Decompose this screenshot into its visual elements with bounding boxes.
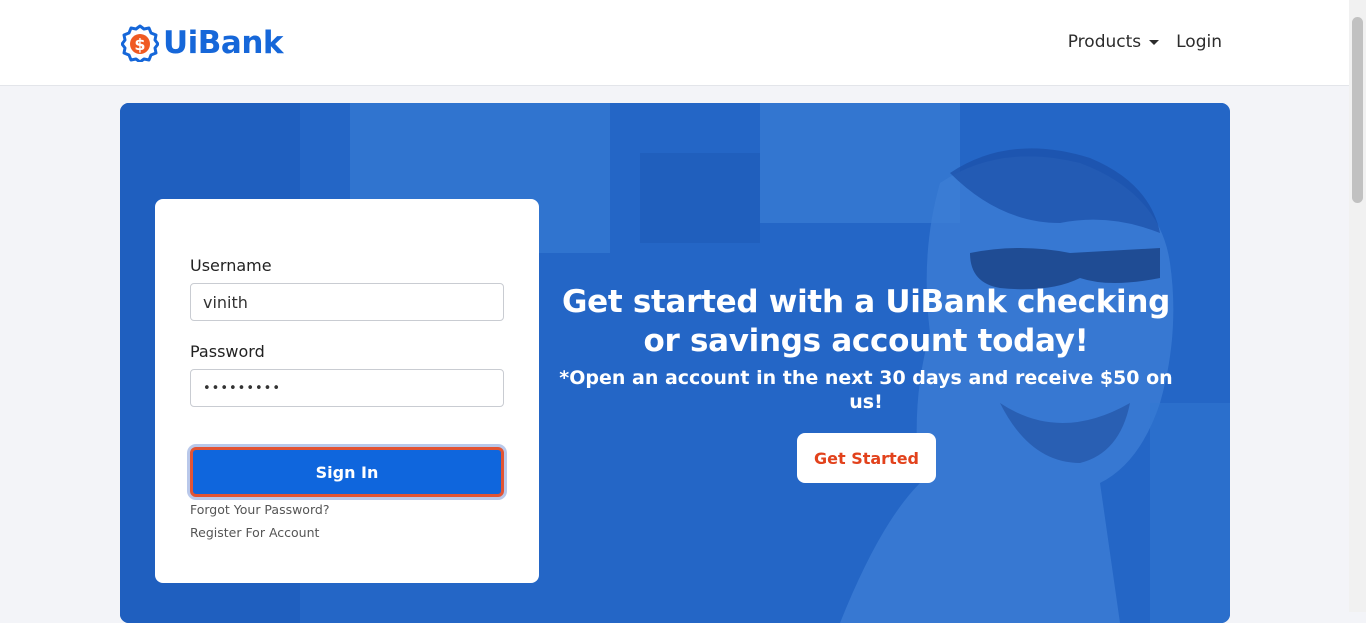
svg-text:$: $ xyxy=(134,35,145,54)
register-account-link[interactable]: Register For Account xyxy=(190,525,319,540)
sign-in-button[interactable]: Sign In xyxy=(190,447,504,497)
hero-subtitle: *Open an account in the next 30 days and… xyxy=(559,367,1173,413)
get-started-button[interactable]: Get Started xyxy=(797,433,936,483)
caret-down-icon[interactable] xyxy=(1149,39,1160,45)
forgot-password-link[interactable]: Forgot Your Password? xyxy=(190,502,329,517)
dollar-badge-icon: $ xyxy=(121,24,159,62)
brand-logo[interactable]: $ UiBank xyxy=(121,22,284,64)
top-navbar: $ UiBank Products Login xyxy=(0,0,1349,86)
hero-title: Get started with a UiBank checking or sa… xyxy=(561,284,1170,359)
username-input[interactable]: vinith xyxy=(190,283,504,321)
hero-text-block: Get started with a UiBank checking or sa… xyxy=(550,283,1182,414)
brand-name: UiBank xyxy=(163,25,284,61)
login-card: Username vinith Password ••••••••• Sign … xyxy=(155,199,539,583)
products-link[interactable]: Products xyxy=(1068,32,1141,52)
password-label: Password xyxy=(190,342,265,361)
scrollbar-thumb[interactable] xyxy=(1352,17,1363,203)
products-dropdown[interactable]: Products xyxy=(1068,32,1160,52)
page-scrollbar[interactable] xyxy=(1349,0,1366,612)
password-input[interactable]: ••••••••• xyxy=(190,369,504,407)
hero-banner: Username vinith Password ••••••••• Sign … xyxy=(120,103,1230,623)
nav-menu: Products Login xyxy=(1068,32,1222,52)
username-label: Username xyxy=(190,256,272,275)
login-link[interactable]: Login xyxy=(1176,32,1222,52)
